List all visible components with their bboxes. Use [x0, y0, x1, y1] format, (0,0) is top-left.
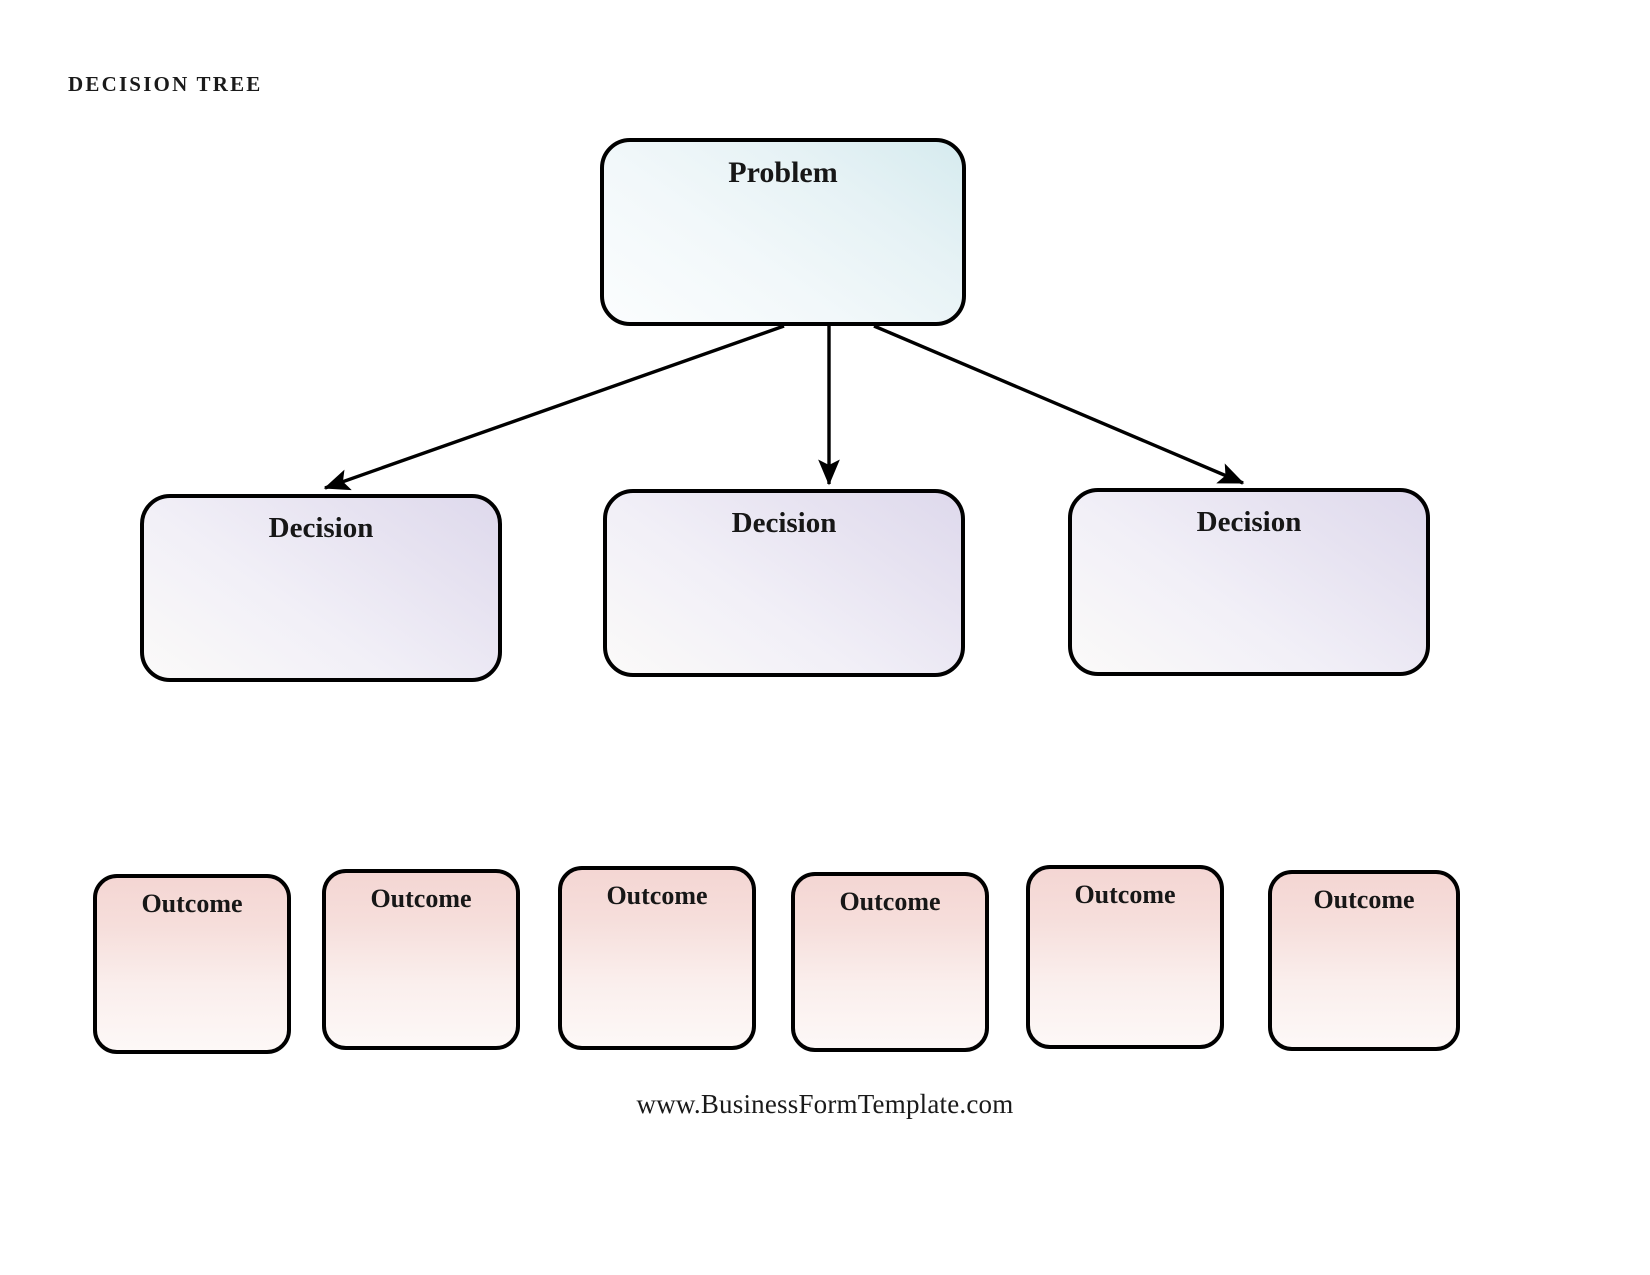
problem-node[interactable]: Problem	[600, 138, 966, 326]
outcome-node-6-label: Outcome	[1313, 885, 1415, 914]
footer: www.BusinessFormTemplate.com	[0, 1089, 1650, 1120]
outcome-node-2[interactable]: Outcome	[322, 869, 520, 1050]
connector-left	[323, 324, 785, 491]
decision-node-2-label: Decision	[731, 507, 837, 539]
decision-node-3-label: Decision	[1196, 506, 1302, 538]
connector-right	[873, 324, 1245, 485]
decision-node-2[interactable]: Decision	[603, 489, 965, 677]
problem-node-label: Problem	[728, 156, 838, 189]
decision-node-1-label: Decision	[268, 512, 374, 544]
outcome-node-4[interactable]: Outcome	[791, 872, 989, 1052]
outcome-node-5-label: Outcome	[1074, 880, 1176, 909]
outcome-node-6[interactable]: Outcome	[1268, 870, 1460, 1051]
outcome-node-2-label: Outcome	[370, 884, 472, 913]
outcome-node-1-label: Outcome	[141, 889, 243, 918]
decision-node-1[interactable]: Decision	[140, 494, 502, 682]
outcome-node-3-label: Outcome	[606, 881, 708, 910]
page-title: DECISION TREE	[68, 72, 263, 96]
decision-node-3[interactable]: Decision	[1068, 488, 1430, 676]
outcome-node-4-label: Outcome	[839, 887, 941, 916]
decision-tree-page: DECISION TREE Problem Decision Decision …	[0, 0, 1650, 1275]
outcome-node-1[interactable]: Outcome	[93, 874, 291, 1054]
outcome-node-3[interactable]: Outcome	[558, 866, 756, 1050]
footer-website-text: www.BusinessFormTemplate.com	[636, 1089, 1014, 1119]
outcome-node-5[interactable]: Outcome	[1026, 865, 1224, 1049]
